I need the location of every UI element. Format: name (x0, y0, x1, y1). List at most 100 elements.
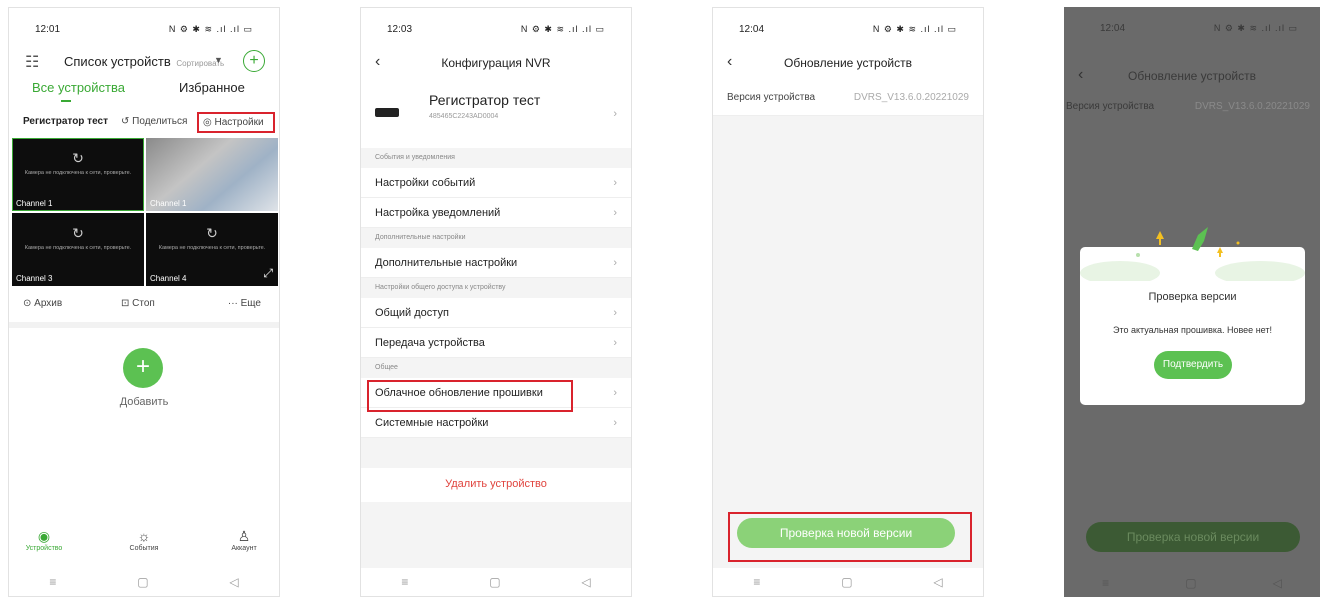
section-header: Дополнительные настройки (361, 228, 631, 248)
delete-device-button[interactable]: Удалить устройство (361, 468, 631, 502)
page-title[interactable]: Список устройств Сортировать (64, 54, 224, 69)
row-event-settings[interactable]: Настройки событий › (361, 168, 631, 198)
device-name: Регистратор тест (23, 116, 108, 127)
tab-account[interactable]: ♙ Аккаунт (214, 528, 274, 552)
status-bar: 12:04 N ⚙ ✱ ≋ .ıl .ıl ▭ (713, 24, 983, 38)
tab-account-label: Аккаунт (231, 545, 257, 552)
share-label: Поделиться (132, 116, 188, 127)
status-time: 12:04 (739, 24, 765, 35)
channel-tile[interactable]: ↻ Камера не подключена к сети, проверьте… (146, 213, 278, 286)
header: ‹ Обновление устройств (713, 53, 983, 74)
header: ☷ Список устройств Сортировать ▼ + (9, 50, 279, 74)
gear-icon: ◎ (203, 117, 212, 128)
home-nav-icon[interactable]: ▢ (137, 575, 148, 589)
section-header: Настройки общего доступа к устройству (361, 278, 631, 298)
row-share[interactable]: Общий доступ › (361, 298, 631, 328)
row-label: Передача устройства (375, 337, 485, 349)
archive-label: Архив (34, 298, 63, 309)
spacer (361, 438, 631, 468)
channel-tile[interactable]: ↻ Камера не подключена к сети, проверьте… (12, 213, 144, 286)
back-nav-icon[interactable]: ◁ (229, 575, 238, 589)
status-bar: 12:01 N ⚙ ✱ ≋ .ıl .ıl ▭ (9, 24, 279, 38)
rocket-illustration (1080, 227, 1305, 281)
tab-all-devices[interactable]: Все устройства (32, 80, 125, 95)
menu-nav-icon[interactable]: ≡ (753, 575, 760, 589)
settings-label: Настройки (214, 117, 264, 128)
chevron-down-icon[interactable]: ▼ (214, 55, 223, 65)
tab-device-label: Устройство (25, 545, 63, 552)
channel-tile[interactable]: Channel 1 (146, 138, 278, 211)
tab-device[interactable]: ◉ Устройство (14, 528, 74, 552)
fullscreen-icon[interactable]: ⤢ (263, 266, 273, 281)
page-title: Обновление устройств (1128, 69, 1256, 83)
row-notify-settings[interactable]: Настройка уведомлений › (361, 198, 631, 228)
status-indicators: N ⚙ ✱ ≋ .ıl .ıl ▭ (1213, 23, 1298, 33)
phone-device-list: 12:01 N ⚙ ✱ ≋ .ıl .ıl ▭ ☷ Список устройс… (8, 7, 280, 597)
home-nav-icon[interactable]: ▢ (841, 575, 852, 589)
device-card[interactable]: Регистратор тест 485465C2243AD0004 › (361, 90, 631, 142)
header: ‹ Конфигурация NVR (361, 53, 631, 74)
offline-message: Камера не подключена к сети, проверьте. (158, 245, 266, 251)
status-indicators: N ⚙ ✱ ≋ .ıl .ıl ▭ (168, 24, 253, 34)
phone-version-dialog: 12:04 N ⚙ ✱ ≋ .ıl .ıl ▭ ‹ Обновление уст… (1064, 7, 1320, 597)
status-time: 12:04 (1100, 23, 1126, 34)
dvr-icon (375, 108, 399, 117)
add-button[interactable]: + (123, 348, 163, 388)
dialog-title: Проверка версии (1148, 291, 1237, 303)
settings-button[interactable]: ◎ Настройки (197, 112, 275, 133)
bottom-tabs: ◉ Устройство ☼ События ♙ Аккаунт (9, 528, 279, 562)
page-title: Конфигурация NVR (441, 56, 551, 70)
row-cloud-update[interactable]: Облачное обновление прошивки › (361, 378, 631, 412)
back-nav-icon[interactable]: ◁ (1273, 576, 1282, 590)
chevron-right-icon: › (613, 307, 617, 319)
status-time: 12:03 (387, 24, 413, 35)
menu-nav-icon[interactable]: ≡ (49, 575, 56, 589)
device-tabs: Все устройства Избранное (9, 80, 279, 104)
more-label: Еще (240, 298, 261, 309)
home-nav-icon[interactable]: ▢ (489, 575, 500, 589)
refresh-icon[interactable]: ↻ (146, 225, 278, 242)
chevron-right-icon: › (613, 257, 617, 269)
status-indicators: N ⚙ ✱ ≋ .ıl .ıl ▭ (872, 24, 957, 34)
camera-icon: ◉ (37, 528, 51, 544)
channel-label: Channel 1 (150, 199, 187, 208)
confirm-button[interactable]: Подтвердить (1154, 351, 1232, 379)
back-nav-icon[interactable]: ◁ (581, 575, 590, 589)
menu-nav-icon[interactable]: ≡ (401, 575, 408, 589)
share-button[interactable]: ↺ Поделиться (121, 116, 187, 127)
refresh-icon[interactable]: ↻ (12, 225, 144, 242)
section-header: Общее (361, 358, 631, 378)
tab-events[interactable]: ☼ События (114, 528, 174, 552)
channel-grid: ↻ Камера не подключена к сети, проверьте… (12, 138, 278, 286)
device-name: Регистратор тест (429, 92, 541, 108)
row-extra-settings[interactable]: Дополнительные настройки › (361, 248, 631, 278)
check-version-button[interactable]: Проверка новой версии (737, 518, 955, 548)
system-nav: ≡ ▢ ◁ (713, 568, 983, 596)
channel-tile[interactable]: ↻ Камера не подключена к сети, проверьте… (12, 138, 144, 211)
back-nav-icon[interactable]: ◁ (933, 575, 942, 589)
archive-button[interactable]: ⊙ Архив (23, 298, 62, 309)
channel-label: Channel 1 (16, 199, 53, 208)
check-version-button[interactable]: Проверка новой версии (1086, 522, 1300, 552)
tab-favorites[interactable]: Избранное (179, 80, 245, 95)
home-nav-icon[interactable]: ▢ (1185, 576, 1196, 590)
version-value: DVRS_V13.6.0.20221029 (1194, 101, 1310, 112)
status-indicators: N ⚙ ✱ ≋ .ıl .ıl ▭ (520, 24, 605, 34)
row-label: Общий доступ (375, 307, 449, 319)
offline-message: Камера не подключена к сети, проверьте. (24, 170, 132, 176)
version-value: DVRS_V13.6.0.20221029 (853, 92, 969, 103)
stop-label: Стоп (132, 298, 155, 309)
refresh-icon[interactable]: ↻ (12, 150, 144, 167)
more-button[interactable]: ··· Еще (228, 298, 261, 309)
dialog-message: Это актуальная прошивка. Новее нет! (1112, 325, 1272, 335)
divider (9, 322, 279, 328)
menu-icon[interactable]: ☷ (25, 52, 39, 72)
add-device-icon[interactable]: + (243, 50, 265, 72)
row-transfer[interactable]: Передача устройства › (361, 328, 631, 358)
channel-label: Channel 3 (16, 274, 53, 283)
play-icon: ⊙ (23, 298, 32, 309)
row-system-settings[interactable]: Системные настройки › (361, 408, 631, 438)
row-label: Настройка уведомлений (375, 207, 501, 219)
menu-nav-icon[interactable]: ≡ (1102, 576, 1109, 590)
stop-button[interactable]: ⊡ Стоп (121, 298, 155, 309)
